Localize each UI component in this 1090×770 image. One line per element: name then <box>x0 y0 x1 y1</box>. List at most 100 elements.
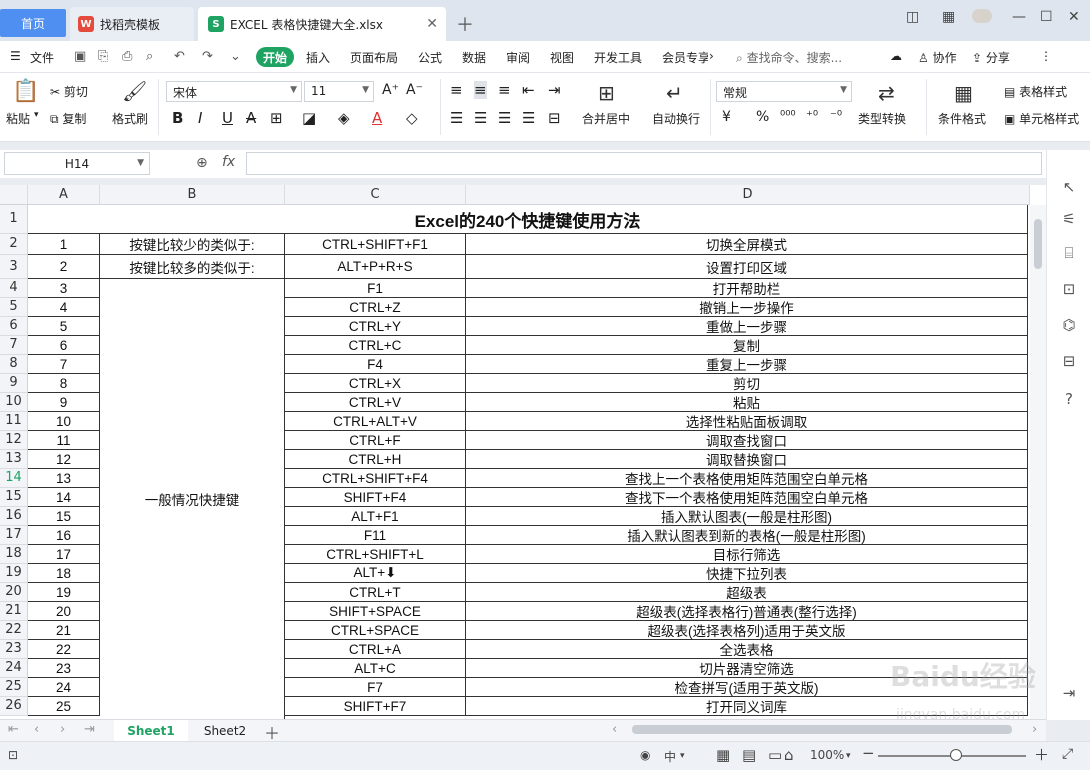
column-header-a[interactable]: A <box>28 185 100 205</box>
description-cell[interactable]: 调取查找窗口 <box>466 431 1028 450</box>
collab-button[interactable]: ♙ 协作 <box>918 49 957 66</box>
shortcut-cell[interactable]: CTRL+A <box>285 640 466 659</box>
shortcut-cell[interactable]: CTRL+F <box>285 431 466 450</box>
menu-data[interactable]: 数据 <box>462 49 486 66</box>
cut-button[interactable]: ✂ 剪切 <box>50 83 88 100</box>
row-header[interactable]: 6 <box>0 317 28 336</box>
row-header[interactable]: 23 <box>0 640 28 659</box>
shortcut-cell[interactable]: SHIFT+SPACE <box>285 602 466 621</box>
shortcut-cell[interactable]: SHIFT+F7 <box>285 697 466 716</box>
column-header-b[interactable]: B <box>100 185 285 205</box>
description-cell[interactable]: 撤销上一步操作 <box>466 298 1028 317</box>
page-break-view-icon[interactable]: ▭ <box>768 746 782 764</box>
export-pdf-icon[interactable]: ⎘ <box>98 49 108 64</box>
distribute-icon[interactable]: ⊟ <box>548 109 561 127</box>
row-header[interactable]: 18 <box>0 545 28 564</box>
row-header[interactable]: 14 <box>0 469 28 488</box>
collapse-panel-icon[interactable]: ⇥ <box>1060 684 1078 702</box>
description-cell[interactable]: 查找下一个表格使用矩阵范围空白单元格 <box>466 488 1028 507</box>
align-middle-icon[interactable]: ≡ <box>474 81 487 99</box>
description-cell[interactable]: 查找上一个表格使用矩阵范围空白单元格 <box>466 469 1028 488</box>
align-bottom-icon[interactable]: ≡ <box>498 81 511 99</box>
description-cell[interactable]: 切片器清空筛选 <box>466 659 1028 678</box>
align-center-icon[interactable]: ☰ <box>474 109 487 127</box>
increase-decimal-icon[interactable]: ⁺⁰ <box>806 109 818 124</box>
tab-home[interactable]: 首页 <box>0 9 66 37</box>
description-cell[interactable]: 快捷下拉列表 <box>466 564 1028 583</box>
index-cell[interactable]: 8 <box>28 374 100 393</box>
description-cell[interactable]: 复制 <box>466 336 1028 355</box>
fill-color-icon[interactable]: ◈ <box>338 109 350 127</box>
row-header[interactable]: 3 <box>0 255 28 279</box>
menu-formulas[interactable]: 公式 <box>418 49 442 66</box>
index-cell[interactable]: 22 <box>28 640 100 659</box>
increase-font-icon[interactable]: A⁺ <box>382 82 399 98</box>
row-header[interactable]: 20 <box>0 583 28 602</box>
row-header[interactable]: 5 <box>0 298 28 317</box>
cond-format-button[interactable]: 条件格式 <box>938 110 986 127</box>
plugin-icon[interactable]: ⌬ <box>1060 316 1078 334</box>
justify-icon[interactable]: ☰ <box>522 109 535 127</box>
menu-page-layout[interactable]: 页面布局 <box>350 49 398 66</box>
shortcut-cell[interactable]: CTRL+ALT+V <box>285 412 466 431</box>
index-cell[interactable]: 15 <box>28 507 100 526</box>
format-painter-icon[interactable]: 🖌 <box>122 79 147 103</box>
chevron-right-icon[interactable]: › <box>709 49 714 63</box>
row-header[interactable]: 8 <box>0 355 28 374</box>
index-cell[interactable]: 20 <box>28 602 100 621</box>
hamburger-icon[interactable]: ☰ <box>10 49 21 63</box>
more-icon[interactable]: ⋮ <box>1040 49 1052 63</box>
type-convert-button[interactable]: 类型转换 <box>858 110 906 127</box>
row-header[interactable]: 21 <box>0 602 28 621</box>
row-header[interactable]: 19 <box>0 564 28 583</box>
chevron-down-icon[interactable]: ⌄ <box>230 49 241 64</box>
indent-increase-icon[interactable]: ⇥ <box>548 81 561 99</box>
row-header[interactable]: 4 <box>0 279 28 298</box>
menu-start[interactable]: 开始 <box>256 47 294 67</box>
eye-protection-icon[interactable]: ◉ <box>640 748 650 762</box>
paste-dropdown-icon[interactable]: ▾ <box>34 110 39 120</box>
shortcut-cell[interactable]: CTRL+SHIFT+F1 <box>285 234 466 255</box>
font-name-select[interactable]: 宋体 ▼ <box>166 81 302 102</box>
cell-style-button[interactable]: ▣ 单元格样式 <box>1004 110 1088 127</box>
row-header[interactable]: 17 <box>0 526 28 545</box>
tab-template[interactable]: W 找稻壳模板 <box>70 7 194 41</box>
share-button[interactable]: ⇪ 分享 <box>972 49 1010 66</box>
menu-member[interactable]: 会员专享 <box>662 49 708 66</box>
description-cell[interactable]: 插入默认图表(一般是柱形图) <box>466 507 1028 526</box>
description-cell[interactable]: 目标行筛选 <box>466 545 1028 564</box>
next-sheet-icon[interactable]: › <box>60 722 65 737</box>
row-header[interactable]: 7 <box>0 336 28 355</box>
name-box[interactable]: H14 ▼ <box>4 152 150 175</box>
index-cell[interactable]: 7 <box>28 355 100 374</box>
align-left-icon[interactable]: ☰ <box>450 109 463 127</box>
index-cell[interactable]: 14 <box>28 488 100 507</box>
image-tools-icon[interactable]: ⊡ <box>1060 280 1078 298</box>
search-command[interactable]: ⌕ 查找命令、搜索... <box>736 49 842 66</box>
decrease-decimal-icon[interactable]: ⁻⁰ <box>830 109 842 124</box>
description-cell[interactable]: 调取替换窗口 <box>466 450 1028 469</box>
shortcut-cell[interactable]: ALT+F1 <box>285 507 466 526</box>
shortcut-cell[interactable]: CTRL+SHIFT+L <box>285 545 466 564</box>
chevron-down-icon[interactable]: ▾ <box>680 751 685 761</box>
page-view-icon[interactable]: ▤ <box>742 746 756 764</box>
redo-icon[interactable]: ↷ <box>202 49 213 64</box>
first-sheet-icon[interactable]: ⇤ <box>8 722 19 737</box>
save-icon[interactable]: ▣ <box>74 49 86 64</box>
index-cell[interactable]: 17 <box>28 545 100 564</box>
fill-style-icon[interactable]: ◪ <box>302 109 316 127</box>
select-all-corner[interactable] <box>0 185 28 205</box>
row-header[interactable]: 9 <box>0 374 28 393</box>
shortcut-cell[interactable]: CTRL+T <box>285 583 466 602</box>
table-style-button[interactable]: ▤ 表格样式 <box>1004 83 1067 100</box>
index-cell[interactable]: 12 <box>28 450 100 469</box>
bold-icon[interactable]: B <box>172 109 183 127</box>
shortcut-cell[interactable]: F7 <box>285 678 466 697</box>
align-right-icon[interactable]: ☰ <box>498 109 511 127</box>
vertical-scroll-thumb[interactable] <box>1034 219 1042 269</box>
shortcut-cell[interactable]: CTRL+Z <box>285 298 466 317</box>
menu-view[interactable]: 视图 <box>550 49 574 66</box>
description-cell[interactable]: 插入默认图表到新的表格(一般是柱形图) <box>466 526 1028 545</box>
zoom-in-icon[interactable]: ＋ <box>1034 744 1049 765</box>
normal-view-icon[interactable]: ▦ <box>716 746 730 764</box>
